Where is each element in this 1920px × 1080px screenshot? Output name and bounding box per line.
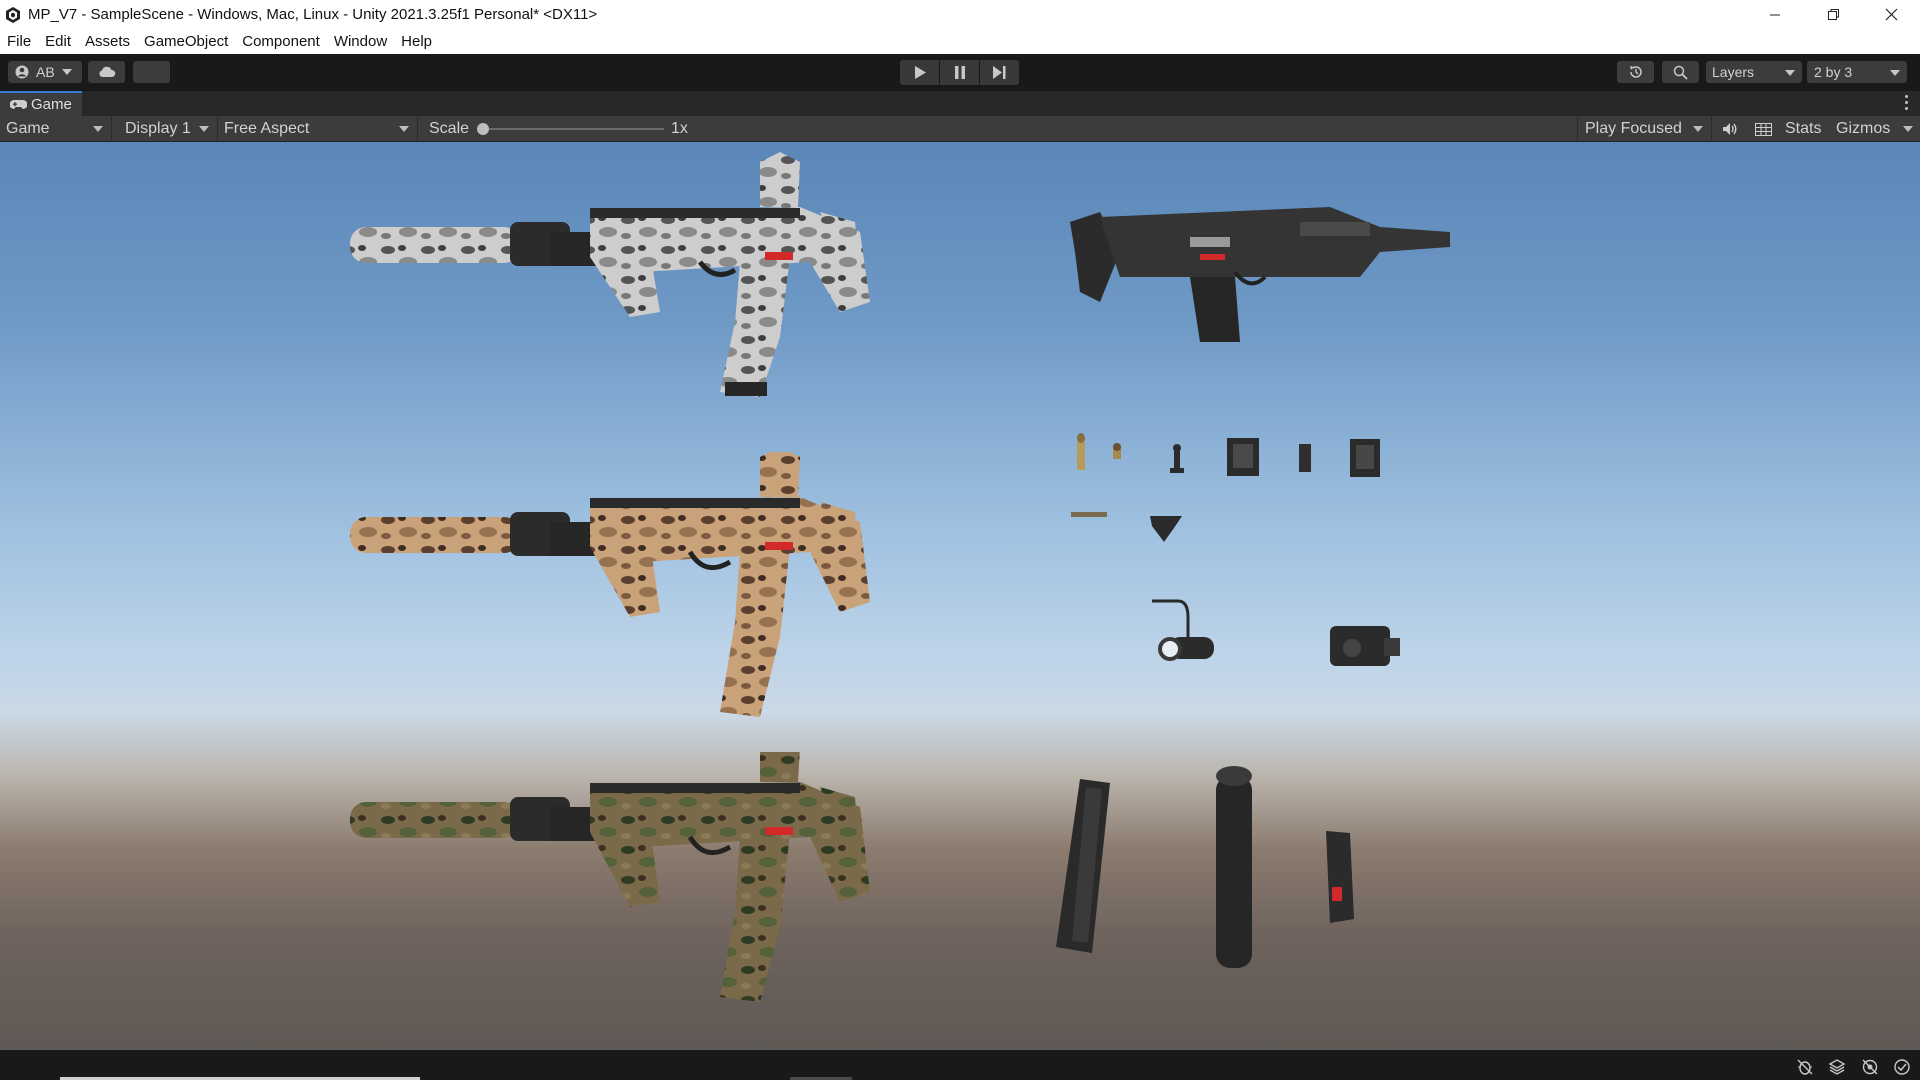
menu-edit[interactable]: Edit [38, 29, 78, 54]
mute-audio-button[interactable] [1722, 116, 1738, 142]
layers-stack-icon[interactable] [1828, 1058, 1846, 1076]
pin-part [1071, 512, 1107, 517]
chevron-down-icon [1890, 70, 1900, 76]
speaker-icon [1723, 123, 1737, 135]
account-icon [15, 65, 29, 79]
grid-icon [1755, 122, 1772, 136]
grip-part [1326, 831, 1354, 923]
title-bar: MP_V7 - SampleScene - Windows, Mac, Linu… [0, 0, 1920, 29]
stats-grid-button[interactable] [1755, 116, 1772, 142]
scale-slider-track[interactable] [478, 128, 664, 130]
chevron-down-icon [199, 126, 209, 132]
history-button[interactable] [1617, 61, 1654, 83]
search-icon [1673, 65, 1688, 80]
rear-sight-part [1227, 438, 1259, 476]
pause-icon [954, 66, 965, 79]
play-button[interactable] [900, 60, 939, 85]
restore-icon [1827, 9, 1839, 20]
account-label: AB [36, 64, 55, 80]
scale-slider-handle[interactable] [477, 123, 489, 135]
gizmo-settings-icon[interactable] [1861, 1058, 1879, 1076]
restore-button[interactable] [1804, 0, 1862, 29]
magazine-part [1056, 779, 1110, 953]
check-circle-icon[interactable] [1893, 1058, 1911, 1076]
minimize-icon [1770, 14, 1780, 15]
suppressor-part [1216, 766, 1252, 968]
bullet-cartridge [1077, 433, 1085, 470]
menu-bar: File Edit Assets GameObject Component Wi… [0, 29, 1920, 54]
cloud-button[interactable] [88, 61, 125, 83]
cloud-icon [98, 66, 115, 77]
trigger-part [1150, 516, 1182, 542]
status-bar [0, 1050, 1920, 1080]
history-icon [1629, 66, 1642, 78]
chevron-down-icon [61, 69, 72, 75]
bullet-tip [1113, 443, 1121, 459]
scale-label: Scale [429, 120, 470, 137]
chevron-down-icon [93, 126, 103, 132]
play-icon [914, 66, 926, 79]
gamepad-icon [10, 100, 27, 109]
chevron-down-icon [1693, 126, 1703, 132]
rifle-black-folded [1070, 207, 1450, 342]
gizmos-button[interactable]: Gizmos [1836, 116, 1890, 142]
layout-dropdown[interactable]: 2 by 3 [1807, 61, 1907, 83]
mode-dropdown[interactable]: Game [0, 116, 112, 142]
display-label: Display 1 [125, 120, 191, 137]
small-bracket-part [1299, 444, 1311, 472]
scale-value: 1x [671, 120, 688, 137]
debug-icon[interactable] [1796, 1058, 1814, 1076]
pause-button[interactable] [940, 60, 979, 85]
layout-label: 2 by 3 [1814, 64, 1853, 80]
game-view-toolbar: Game Display 1 Free Aspect Scale 1x Play… [0, 116, 1920, 142]
aspect-dropdown[interactable]: Free Aspect [218, 116, 418, 142]
window-title: MP_V7 - SampleScene - Windows, Mac, Linu… [28, 6, 598, 23]
search-button[interactable] [1662, 61, 1699, 83]
game-view-viewport[interactable] [0, 142, 1920, 1050]
front-sight-part [1170, 444, 1184, 473]
step-icon [993, 66, 1006, 79]
tab-bar: Game [0, 91, 1920, 116]
more-options-icon[interactable] [1904, 95, 1908, 110]
menu-help[interactable]: Help [394, 29, 439, 54]
menu-component[interactable]: Component [235, 29, 327, 54]
play-mode-dropdown[interactable]: Play Focused [1577, 116, 1712, 142]
tab-game[interactable]: Game [0, 91, 82, 116]
unity-logo-icon [6, 6, 20, 23]
step-button[interactable] [980, 60, 1019, 85]
rifle-snow-camo [350, 152, 870, 397]
rifle-woodland-camo [350, 752, 870, 1002]
main-toolbar: AB Layers 2 by 3 [0, 54, 1920, 91]
menu-assets[interactable]: Assets [78, 29, 137, 54]
aspect-label: Free Aspect [224, 120, 310, 137]
red-dot-optic [1330, 626, 1400, 666]
flashlight-attachment [1152, 599, 1214, 661]
playback-controls [900, 60, 1020, 85]
menu-gameobject[interactable]: GameObject [137, 29, 235, 54]
close-icon [1885, 8, 1897, 21]
tab-label: Game [31, 96, 72, 113]
rifle-desert-camo [350, 452, 870, 717]
stats-button[interactable]: Stats [1785, 116, 1821, 142]
mount-part [1350, 439, 1380, 477]
close-button[interactable] [1862, 0, 1920, 29]
menu-window[interactable]: Window [327, 29, 394, 54]
layers-dropdown[interactable]: Layers [1706, 61, 1802, 83]
layers-label: Layers [1712, 64, 1755, 80]
display-dropdown[interactable]: Display 1 [118, 116, 218, 142]
play-mode-label: Play Focused [1585, 120, 1682, 137]
account-dropdown[interactable]: AB [8, 61, 82, 83]
collab-button[interactable] [133, 61, 170, 83]
minimize-button[interactable] [1746, 0, 1804, 29]
chevron-down-icon [399, 126, 409, 132]
mode-label: Game [6, 120, 50, 137]
chevron-down-icon [1785, 70, 1795, 76]
menu-file[interactable]: File [0, 29, 38, 54]
gizmos-chevron-down-icon[interactable] [1903, 126, 1913, 132]
